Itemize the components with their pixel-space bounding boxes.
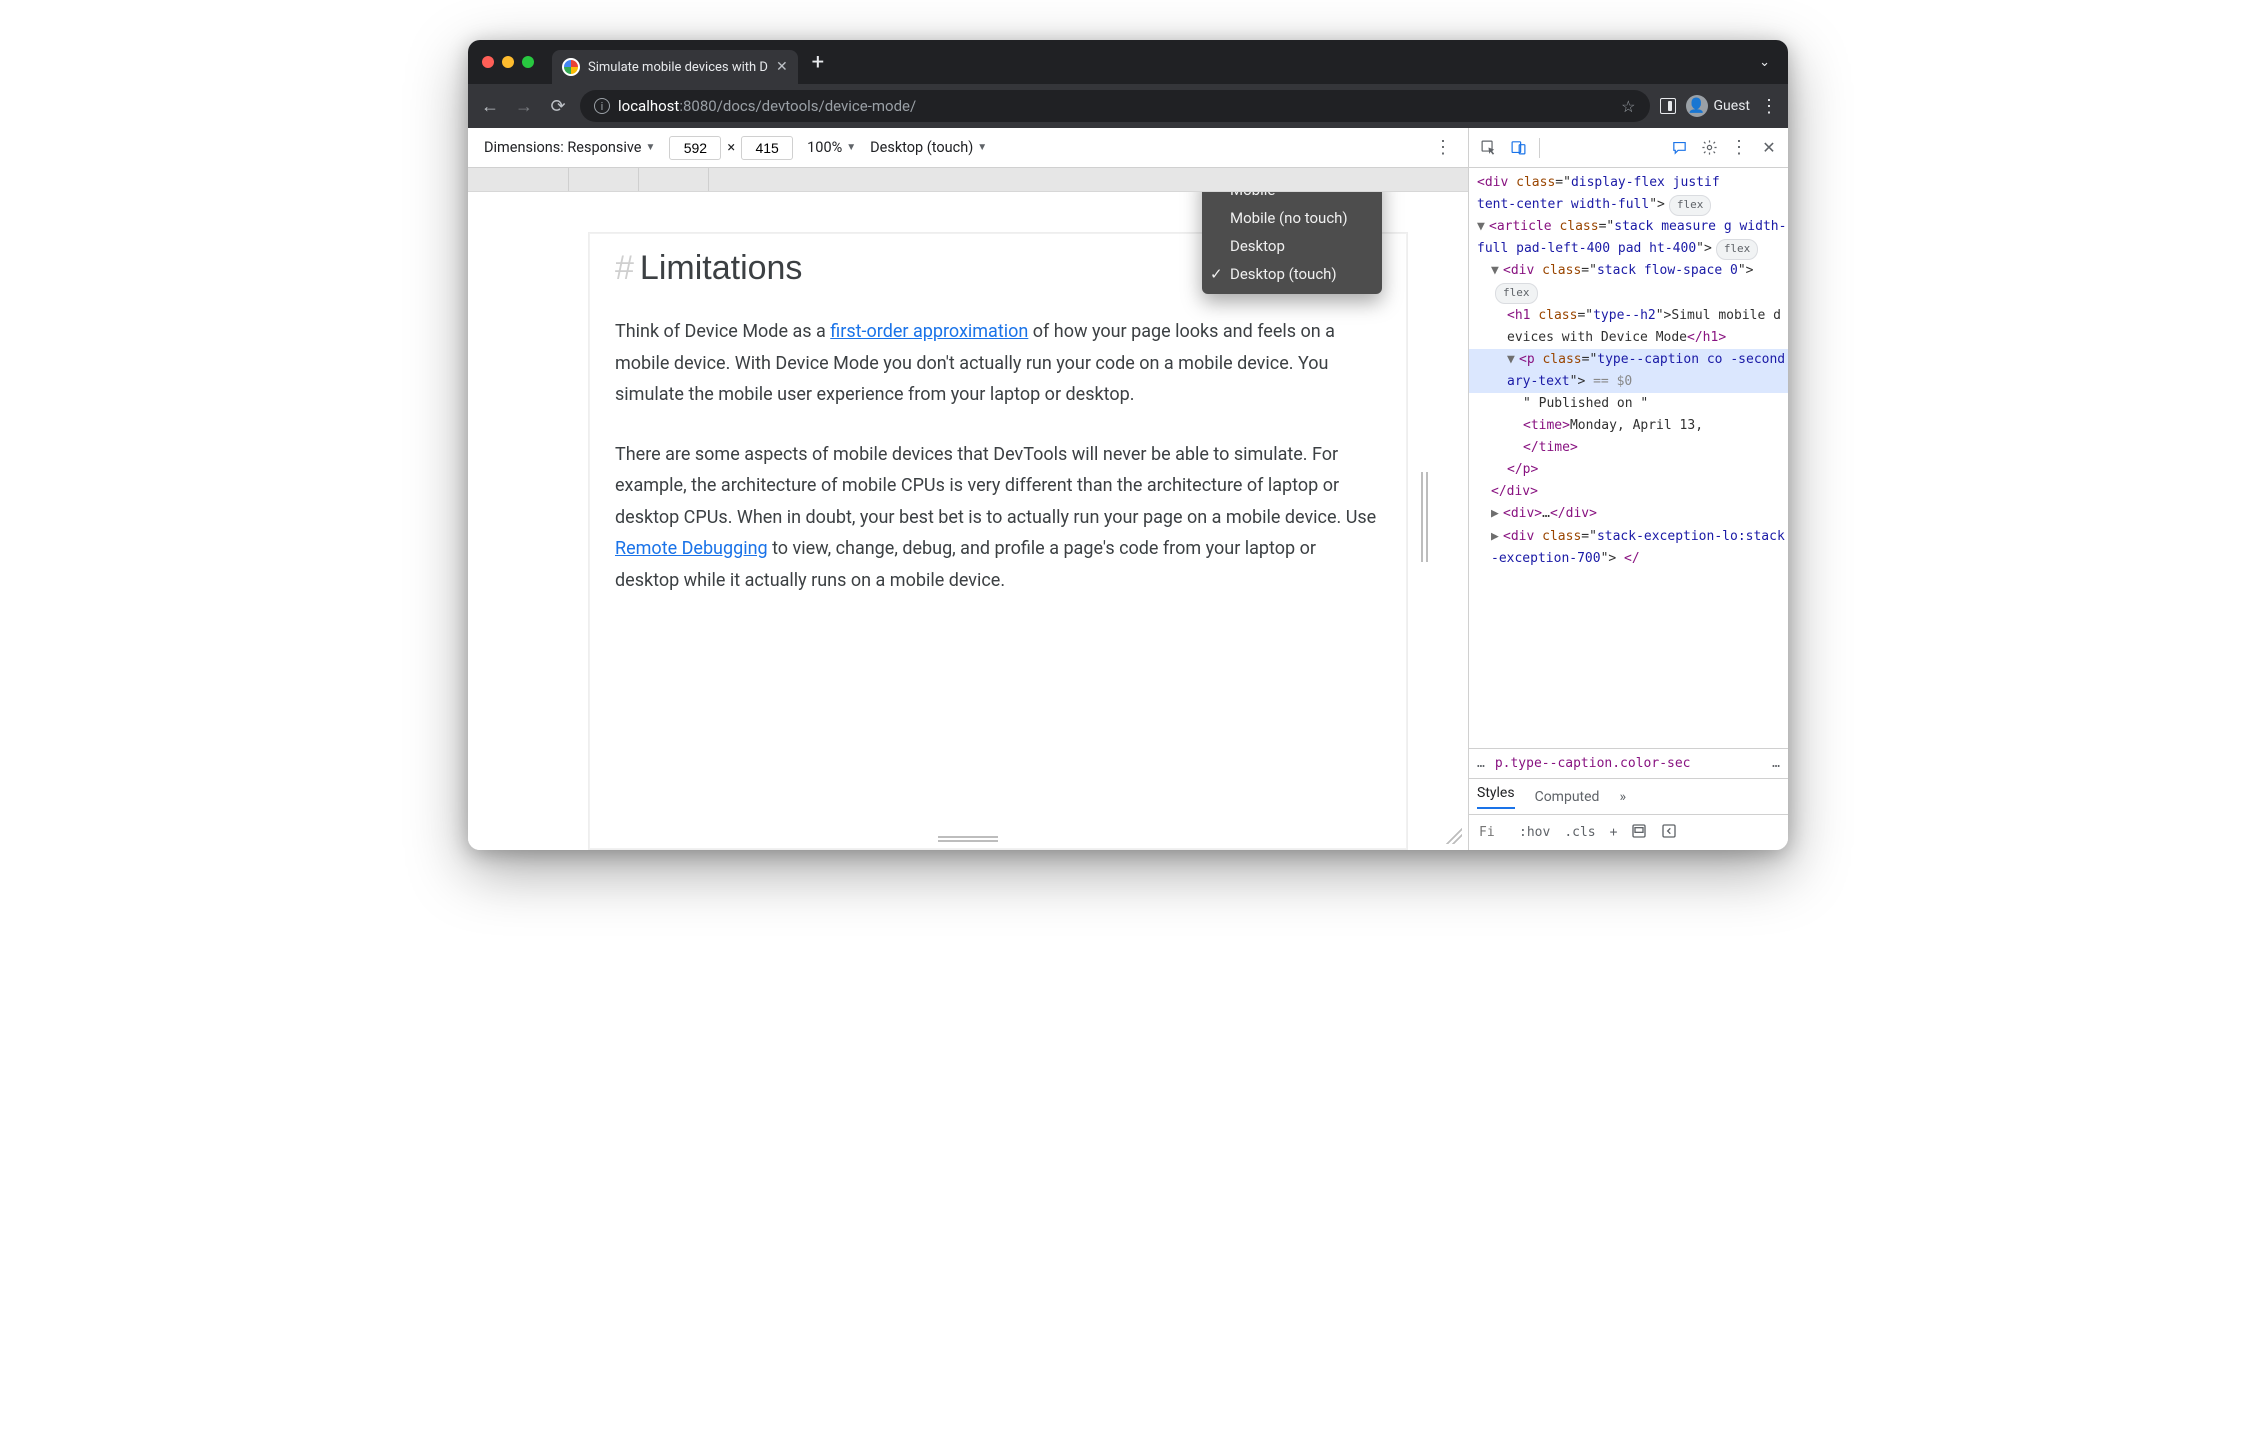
link-remote-debugging[interactable]: Remote Debugging	[615, 538, 768, 559]
crumbs-overflow-left[interactable]: …	[1477, 756, 1485, 771]
minimize-window[interactable]	[502, 56, 514, 68]
profile-label: Guest	[1714, 98, 1750, 114]
selected-node[interactable]: ▼<p class="type--caption co -secondary-t…	[1469, 349, 1788, 393]
new-style-rule-icon[interactable]: +	[1610, 825, 1618, 840]
close-devtools-icon[interactable]: ✕	[1756, 135, 1782, 161]
address-bar[interactable]: i localhost:8080/docs/devtools/device-mo…	[580, 90, 1650, 122]
resize-handle-bottom[interactable]	[938, 836, 998, 842]
toggle-device-toolbar-icon[interactable]	[1505, 135, 1531, 161]
tab-title: Simulate mobile devices with D	[588, 60, 768, 75]
close-window[interactable]	[482, 56, 494, 68]
resize-handle-corner[interactable]	[1444, 826, 1462, 844]
crumb-selected[interactable]: p.type--caption.color-sec	[1495, 756, 1691, 771]
maximize-window[interactable]	[522, 56, 534, 68]
flex-badge[interactable]: flex	[1716, 239, 1759, 260]
toggle-classes-button[interactable]: .cls	[1564, 825, 1595, 840]
hash-anchor-icon[interactable]: #	[615, 249, 634, 287]
zoom-dropdown[interactable]: 100% ▼	[807, 139, 856, 156]
menu-item-desktop[interactable]: Desktop	[1202, 232, 1382, 260]
flex-badge[interactable]: flex	[1669, 195, 1712, 216]
devtools-more-icon[interactable]: ⋮	[1726, 135, 1752, 161]
chevron-down-icon: ▼	[646, 142, 656, 153]
device-ruler[interactable]	[468, 168, 1468, 192]
devtools-panel: ⋮ ✕ <div class="display-flex justif tent…	[1468, 128, 1788, 850]
viewport-scrollbar[interactable]	[1421, 472, 1428, 562]
url-text: localhost:8080/docs/devtools/device-mode…	[618, 97, 916, 115]
rendered-page-viewport: Mobile Mobile (no touch) Desktop Desktop…	[468, 192, 1468, 850]
crumbs-overflow-right[interactable]: …	[1772, 756, 1780, 771]
chevron-down-icon: ▼	[846, 142, 856, 153]
inspect-element-icon[interactable]	[1475, 135, 1501, 161]
tab-styles[interactable]: Styles	[1477, 785, 1515, 809]
link-first-order-approximation[interactable]: first-order approximation	[830, 321, 1028, 342]
menu-item-mobile-no-touch[interactable]: Mobile (no touch)	[1202, 204, 1382, 232]
browser-menu-icon[interactable]: ⋮	[1760, 96, 1778, 117]
height-input[interactable]	[741, 136, 793, 160]
elements-tree[interactable]: <div class="display-flex justif tent-cen…	[1469, 168, 1788, 748]
side-panel-icon[interactable]	[1660, 98, 1676, 114]
styles-tabbar: Styles Computed »	[1469, 778, 1788, 814]
forward-button[interactable]: →	[512, 96, 536, 117]
toggle-hover-button[interactable]: :hov	[1519, 825, 1550, 840]
close-tab-icon[interactable]: ✕	[776, 59, 788, 75]
tabs-overflow-icon[interactable]: »	[1619, 789, 1626, 805]
workspace: Dimensions: Responsive ▼ × 100% ▼ Deskto…	[468, 128, 1788, 850]
chrome-favicon-icon	[562, 58, 580, 76]
times-label: ×	[727, 139, 735, 156]
device-mode-view: Dimensions: Responsive ▼ × 100% ▼ Deskto…	[468, 128, 1468, 850]
browser-toolbar: ← → ⟳ i localhost:8080/docs/devtools/dev…	[468, 84, 1788, 128]
messages-icon[interactable]	[1666, 135, 1692, 161]
browser-window: Simulate mobile devices with D ✕ + ⌄ ← →…	[468, 40, 1788, 850]
computed-sidebar-icon[interactable]	[1661, 823, 1677, 843]
device-preview-icon[interactable]	[1631, 823, 1647, 843]
width-input[interactable]	[669, 136, 721, 160]
devtools-tabbar: ⋮ ✕	[1469, 128, 1788, 168]
back-button[interactable]: ←	[478, 96, 502, 117]
dimensions-dropdown[interactable]: Dimensions: Responsive ▼	[484, 139, 655, 156]
styles-filter-input[interactable]	[1477, 824, 1505, 841]
device-toolbar-more-icon[interactable]: ⋮	[1434, 137, 1452, 158]
settings-gear-icon[interactable]	[1696, 135, 1722, 161]
device-type-dropdown[interactable]: Desktop (touch) ▼	[870, 139, 987, 156]
reload-button[interactable]: ⟳	[546, 96, 570, 117]
styles-toolbar: :hov .cls +	[1469, 814, 1788, 850]
paragraph: Think of Device Mode as a first-order ap…	[615, 316, 1381, 411]
tab-computed[interactable]: Computed	[1535, 789, 1600, 805]
bookmark-icon[interactable]: ☆	[1621, 97, 1635, 116]
flex-badge[interactable]: flex	[1495, 283, 1538, 304]
browser-tab[interactable]: Simulate mobile devices with D ✕	[552, 50, 798, 84]
site-info-icon[interactable]: i	[594, 98, 610, 114]
page-content: #Limitations Think of Device Mode as a f…	[588, 232, 1408, 850]
window-controls	[482, 56, 534, 68]
chevron-down-icon: ▼	[977, 142, 987, 153]
menu-item-desktop-touch[interactable]: Desktop (touch)	[1202, 260, 1382, 288]
breadcrumbs[interactable]: … p.type--caption.color-sec …	[1469, 748, 1788, 778]
profile-button[interactable]: 👤 Guest	[1686, 95, 1750, 117]
avatar-icon: 👤	[1686, 95, 1708, 117]
device-type-menu: Mobile Mobile (no touch) Desktop Desktop…	[1202, 192, 1382, 294]
menu-item-mobile[interactable]: Mobile	[1202, 192, 1382, 204]
window-menu-chevron-icon[interactable]: ⌄	[1759, 55, 1780, 70]
paragraph: There are some aspects of mobile devices…	[615, 439, 1381, 597]
new-tab-button[interactable]: +	[798, 50, 838, 75]
device-toolbar: Dimensions: Responsive ▼ × 100% ▼ Deskto…	[468, 128, 1468, 168]
tab-strip: Simulate mobile devices with D ✕ + ⌄	[468, 40, 1788, 84]
